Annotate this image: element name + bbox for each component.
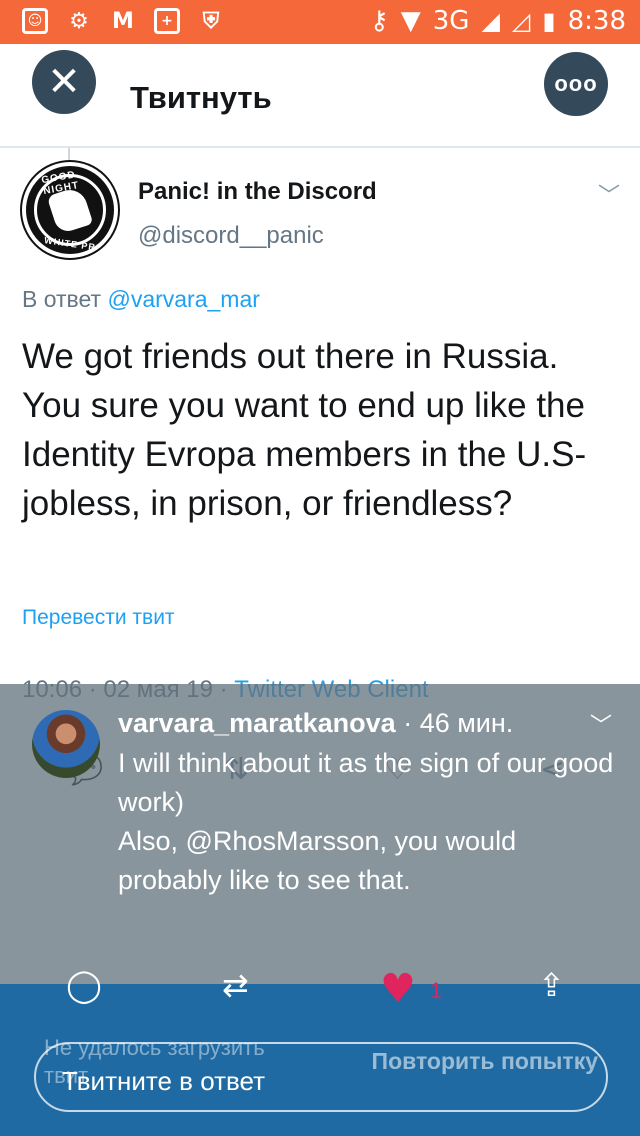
more-icon: ooo [554,71,598,96]
page-title: Твитнуть [130,80,272,115]
signal-icon: ◢ [481,7,500,35]
reply-time: · 46 мин. [403,708,514,738]
network-type: 3G [432,6,470,36]
shield-notification-icon: ⛨ [202,8,220,34]
signal-secondary-icon: ◿ [511,7,531,35]
reply-author-avatar[interactable] [32,710,100,778]
author-avatar[interactable]: GOOD NIGHT WHITE PRIDE [22,162,118,258]
reply-prefix: В ответ [22,286,102,312]
reply-icon[interactable]: ◯ [66,966,102,1004]
clock: 8:38 [567,6,626,36]
wifi-icon: ▼ [400,6,421,36]
more-options-button[interactable]: ooo [544,52,608,116]
reply-chevron-down-icon[interactable]: ﹀ [590,708,612,740]
share-icon[interactable]: ⇪ [538,966,565,1004]
key-icon: ⚷ [369,6,389,36]
like-count: 1 [430,978,443,1003]
header: ← ✕ Твитнуть ooo [0,44,640,162]
reply-context: В ответ @varvara_mar [22,286,260,313]
close-button[interactable]: ✕ [32,50,96,114]
speed-notification-icon: ⚙ [69,8,89,34]
reply-mention-link[interactable]: @varvara_mar [107,286,259,312]
mm-notification-icon: M [112,8,134,34]
retweet-icon[interactable]: ⇄ [222,966,249,1004]
smiley-notification-icon: ☺ [22,8,48,34]
status-bar: ☺ ⚙ M + ⛨ ⚷ ▼ 3G ◢ ◿ ▮ 8:38 [0,0,640,44]
like-heart-icon[interactable]: ♥ [380,966,416,1012]
health-notification-icon: + [154,8,180,34]
tweet-text: We got friends out there in Russia. You … [22,337,587,523]
notification-icons: ☺ ⚙ M + ⛨ [22,8,224,34]
chevron-down-icon[interactable]: ﹀ [598,178,620,210]
reply-author-line: varvara_maratkanova · 46 мин. [118,708,513,739]
author-handle[interactable]: @discord__panic [138,222,324,250]
reply-text: I will think about it as the sign of our… [118,748,614,895]
system-status: ⚷ ▼ 3G ◢ ◿ ▮ 8:38 [370,6,626,36]
translate-tweet-link[interactable]: Перевести твит [22,606,175,630]
reply-input[interactable]: Твитните в ответ [34,1042,608,1112]
close-icon: ✕ [47,59,81,105]
reply-author-name[interactable]: varvara_maratkanova [118,708,396,738]
thread-line [68,148,70,162]
author-name[interactable]: Panic! in the Discord [138,178,377,206]
battery-icon: ▮ [542,7,556,35]
